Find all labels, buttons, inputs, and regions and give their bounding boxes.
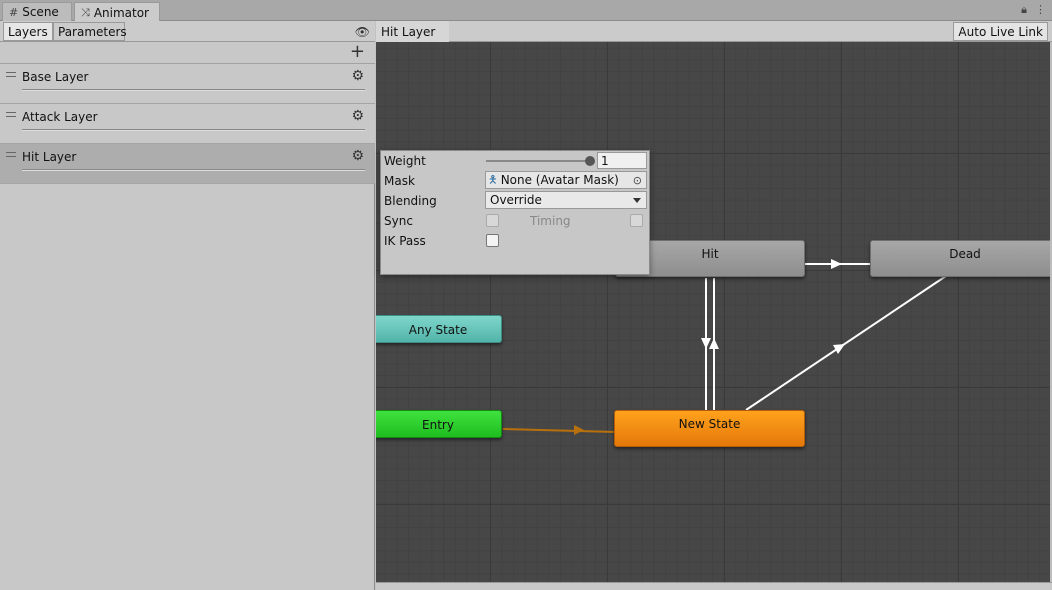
layers-panel-tabs: Layers Parameters 👁︎ xyxy=(0,21,375,42)
eye-icon[interactable]: 👁︎ xyxy=(355,25,370,39)
grid-icon: # xyxy=(9,5,19,19)
breadcrumb-arrow xyxy=(440,21,448,42)
transition-arrow xyxy=(709,338,719,349)
weight-field[interactable]: 1 xyxy=(597,152,647,169)
transition-arrow xyxy=(574,425,584,435)
ik-pass-label: IK Pass xyxy=(384,234,426,248)
add-layer-row: + xyxy=(0,42,375,64)
transition-entry-to-newstate[interactable] xyxy=(502,428,617,433)
drag-handle-icon[interactable] xyxy=(6,72,16,77)
breadcrumb[interactable]: Hit Layer xyxy=(376,21,450,42)
auto-live-link-button[interactable]: Auto Live Link xyxy=(953,22,1048,41)
mask-value: None (Avatar Mask) xyxy=(500,173,619,187)
timing-label: Timing xyxy=(530,214,571,228)
mask-label: Mask xyxy=(384,174,415,188)
object-picker-icon[interactable]: ⊙ xyxy=(633,174,642,187)
drag-handle-icon[interactable] xyxy=(6,152,16,157)
state-any-state-label: Any State xyxy=(408,323,468,337)
transition-newstate-to-dead[interactable] xyxy=(745,275,947,411)
drag-handle-icon[interactable] xyxy=(6,112,16,117)
layer-weight-bar xyxy=(22,89,365,91)
layer-item-hit[interactable]: Hit Layer ⚙ xyxy=(0,144,375,184)
layers-panel: Layers Parameters 👁︎ + Base Layer ⚙ Atta… xyxy=(0,21,375,590)
tab-parameters[interactable]: Parameters xyxy=(53,22,127,41)
ik-pass-checkbox[interactable] xyxy=(486,234,499,247)
blending-label: Blending xyxy=(384,194,437,208)
tab-scene[interactable]: # Scene xyxy=(2,2,72,21)
state-new-state-label: New State xyxy=(678,417,741,431)
state-entry[interactable]: Entry xyxy=(376,410,502,438)
graph-toolbar: Hit Layer Auto Live Link xyxy=(376,21,1052,42)
chevron-down-icon xyxy=(633,198,641,203)
lock-icon[interactable]: 🔒︎ xyxy=(1021,3,1027,17)
state-entry-label: Entry xyxy=(422,418,454,432)
weight-slider-thumb[interactable] xyxy=(585,156,595,166)
gear-icon[interactable]: ⚙ xyxy=(351,108,364,124)
state-hit-label: Hit xyxy=(701,247,719,261)
gear-icon[interactable]: ⚙ xyxy=(351,68,364,84)
mask-field[interactable]: 🯅︎ None (Avatar Mask) ⊙ xyxy=(485,171,647,189)
horizontal-scrollbar[interactable] xyxy=(376,582,1052,590)
layer-settings-popup: Weight 1 Mask 🯅︎ None (Avatar Mask) ⊙ Bl… xyxy=(380,150,650,275)
tab-animator-label: Animator xyxy=(93,5,149,20)
layer-name: Attack Layer xyxy=(22,110,98,124)
menu-icon[interactable]: ⋮ xyxy=(1035,3,1046,17)
transition-arrow xyxy=(701,338,711,349)
add-layer-button[interactable]: + xyxy=(350,42,365,62)
layer-weight-bar xyxy=(22,169,365,171)
animator-graph-canvas[interactable]: Hit Dead Any State Entry New State xyxy=(376,42,1050,582)
layer-weight-bar xyxy=(22,129,365,131)
tab-layers[interactable]: Layers xyxy=(3,22,53,41)
avatar-mask-icon: 🯅︎ xyxy=(488,172,498,186)
transition-links xyxy=(502,259,947,435)
tab-animator[interactable]: ⤨ Animator xyxy=(74,2,160,22)
state-dead[interactable]: Dead xyxy=(870,240,1050,277)
layer-name: Base Layer xyxy=(22,70,89,84)
layer-name: Hit Layer xyxy=(22,150,77,164)
animator-icon: ⤨ xyxy=(81,5,90,19)
gear-icon[interactable]: ⚙ xyxy=(351,148,364,164)
transition-arrow xyxy=(833,344,845,354)
sync-checkbox[interactable] xyxy=(486,214,499,227)
state-any-state[interactable]: Any State xyxy=(376,315,502,343)
tab-scene-label: Scene xyxy=(22,5,59,19)
transition-arrow xyxy=(831,259,842,269)
state-dead-label: Dead xyxy=(949,247,981,261)
weight-label: Weight xyxy=(384,154,426,168)
blending-dropdown[interactable]: Override xyxy=(485,191,647,209)
layer-item-base[interactable]: Base Layer ⚙ xyxy=(0,64,375,104)
blending-value: Override xyxy=(490,193,542,207)
weight-slider[interactable] xyxy=(486,156,595,166)
timing-checkbox[interactable] xyxy=(630,214,643,227)
window-tab-strip: # Scene ⤨ Animator 🔒︎ ⋮ xyxy=(0,0,1052,22)
layer-item-attack[interactable]: Attack Layer ⚙ xyxy=(0,104,375,144)
state-new-state-default[interactable]: New State xyxy=(614,410,805,447)
sync-label: Sync xyxy=(384,214,413,228)
breadcrumb-hit-layer: Hit Layer xyxy=(381,24,436,39)
